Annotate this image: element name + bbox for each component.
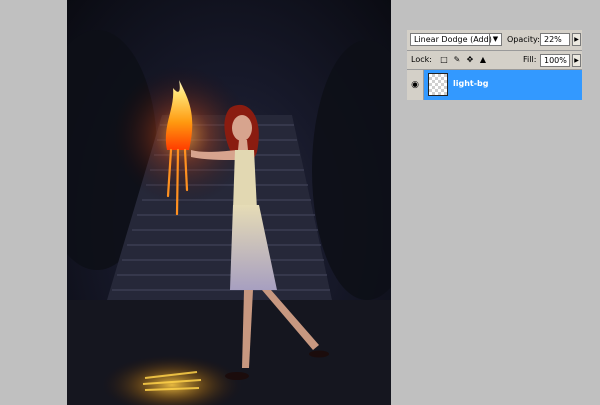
blend-options-row: Linear Dodge (Add) ▼ Opacity: 22% ▶	[407, 30, 582, 51]
lock-buttons: □ ✎ ✥ ▲	[439, 54, 488, 65]
move-icon[interactable]: ✥	[465, 54, 475, 65]
eye-icon[interactable]: ◉	[407, 70, 424, 100]
padlock-icon[interactable]: ▲	[478, 54, 488, 65]
opacity-input[interactable]: 22%	[540, 33, 570, 46]
lock-label: Lock:	[411, 55, 432, 64]
layer-name: light-bg	[453, 79, 489, 88]
blend-mode-label: Linear Dodge (Add)	[414, 35, 492, 44]
fill-input[interactable]: 100%	[540, 54, 570, 67]
lock-options-row: Lock: □ ✎ ✥ ▲ Fill: 100% ▶	[407, 51, 582, 70]
layers-panel: Linear Dodge (Add) ▼ Opacity: 22% ▶ Lock…	[407, 30, 582, 100]
fill-slider-triangle-right-icon[interactable]: ▶	[572, 54, 581, 67]
layer-row[interactable]: ◉ light-bg	[407, 70, 582, 100]
fill-label: Fill:	[523, 55, 537, 64]
document-canvas[interactable]	[67, 0, 391, 405]
chevron-down-icon[interactable]: ▼	[489, 34, 501, 45]
brush-icon[interactable]: ✎	[452, 54, 462, 65]
photo-artwork	[67, 30, 391, 405]
layer-thumbnail	[428, 73, 448, 96]
opacity-label: Opacity:	[507, 35, 540, 44]
opacity-slider-triangle-right-icon[interactable]: ▶	[572, 33, 581, 46]
layer-item-selected[interactable]: light-bg	[424, 70, 582, 100]
lock-transparent-pixels-icon[interactable]: □	[439, 54, 449, 65]
blend-mode-dropdown[interactable]: Linear Dodge (Add) ▼	[410, 33, 502, 46]
